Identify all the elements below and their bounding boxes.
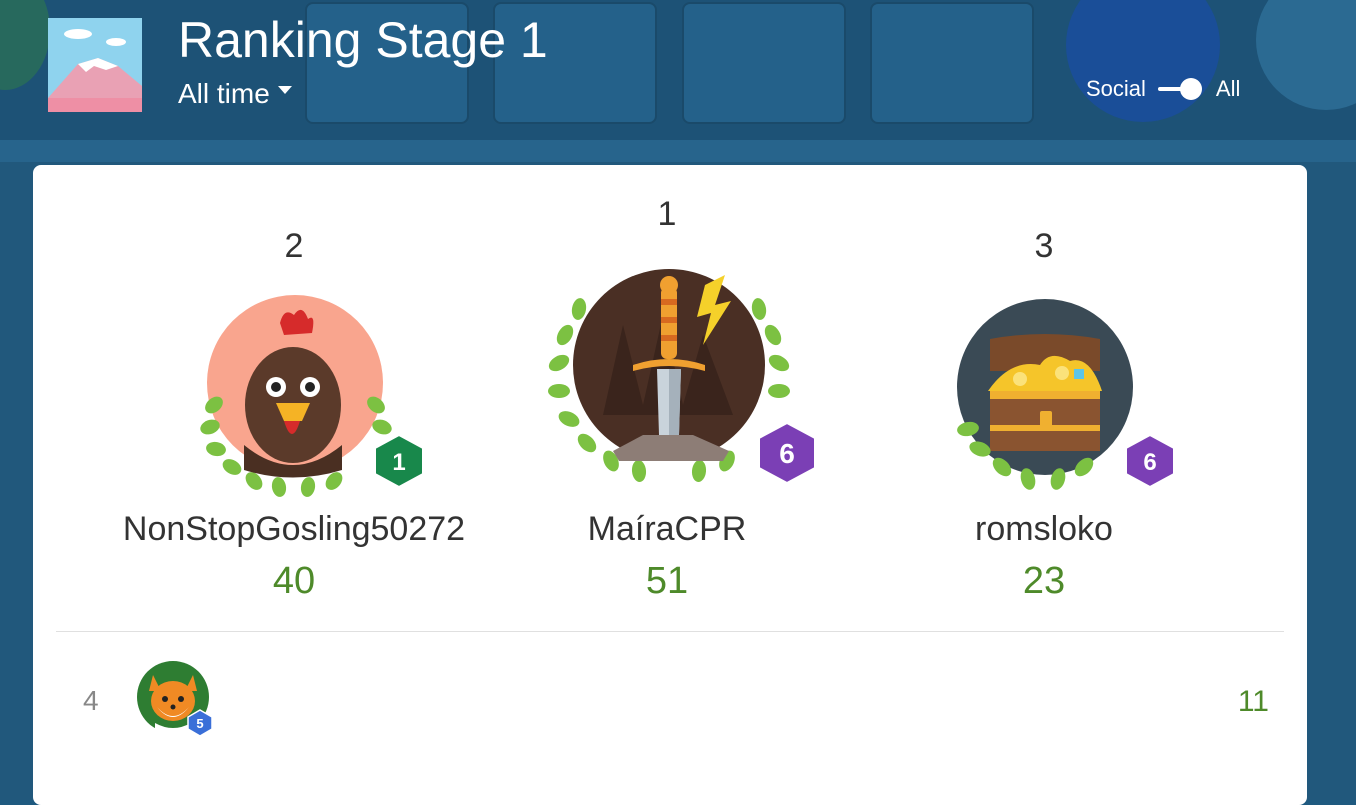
list-item-score: 11 (1237, 685, 1269, 718)
podium-second[interactable]: 2 1 NonStopGosling50272 40 (94, 165, 494, 605)
player-name: NonStopGosling50272 (122, 510, 466, 548)
ranking-panel: 2 1 NonStopGosling50272 40 1 6 MaíraCPR … (33, 165, 1307, 805)
podium-rank: 2 (284, 227, 304, 265)
page-title: Ranking Stage 1 (178, 12, 548, 68)
player-score: 23 (1022, 560, 1066, 602)
level-badge: 6 (1125, 433, 1175, 489)
scope-toggle-switch[interactable] (1157, 76, 1202, 102)
toggle-knob (1179, 78, 1202, 100)
level-badge: 5 (187, 709, 213, 737)
podium-rank: 1 (657, 195, 677, 233)
player-name: MaíraCPR (587, 510, 747, 548)
background-tile (682, 2, 846, 124)
level-badge-number: 6 (779, 438, 795, 469)
caret-down-icon (277, 86, 292, 94)
treasure-chest-avatar (950, 299, 1150, 499)
podium-first[interactable]: 1 6 MaíraCPR 51 (467, 165, 867, 605)
toggle-all-label: All (1215, 76, 1241, 101)
background-tile (870, 2, 1034, 124)
list-item[interactable]: 4 5 11 (33, 655, 1307, 765)
player-name: romsloko (975, 510, 1113, 548)
level-badge-number: 6 (1143, 449, 1156, 476)
stage-thumbnail (48, 18, 142, 112)
toggle-social-label: Social (1086, 76, 1146, 101)
level-badge: 1 (374, 433, 424, 489)
background-strip (0, 140, 1356, 162)
podium-third[interactable]: 3 6 romsloko 23 (844, 165, 1244, 605)
level-badge-number: 5 (196, 716, 203, 731)
player-score: 51 (645, 560, 689, 602)
time-filter-label: All time (178, 78, 270, 109)
level-badge-number: 1 (392, 449, 405, 476)
scope-toggle-group: Social All (1086, 76, 1240, 102)
list-item-rank: 4 (83, 685, 99, 716)
time-filter-dropdown[interactable]: All time (178, 74, 292, 114)
player-score: 40 (272, 560, 316, 602)
podium-rank: 3 (1034, 227, 1054, 265)
level-badge: 6 (758, 421, 816, 485)
divider (56, 631, 1284, 632)
